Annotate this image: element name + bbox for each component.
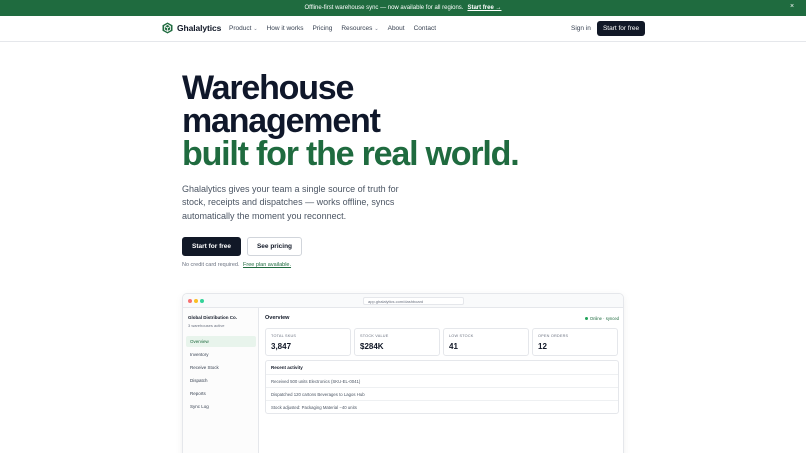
nav-label: Resources bbox=[341, 25, 373, 32]
free-plan-link[interactable]: Free plan available. bbox=[243, 262, 291, 268]
sync-status: Online · synced bbox=[584, 316, 619, 321]
stat-label: LOW STOCK bbox=[449, 334, 474, 338]
stat-value: $284K bbox=[360, 342, 384, 351]
announcement-cta-link[interactable]: Start free → bbox=[467, 5, 501, 11]
stat-label: TOTAL SKUS bbox=[271, 334, 297, 338]
org-subtitle: 3 warehouses active bbox=[188, 323, 225, 328]
nav-item-how-it-works[interactable]: How it works bbox=[267, 25, 304, 32]
recent-activity-panel: Recent activity Received 500 units Elect… bbox=[265, 360, 619, 414]
close-icon[interactable]: × bbox=[787, 3, 797, 10]
sidebar-item-receive-stock: Receive Stock bbox=[190, 365, 219, 370]
activity-title: Recent activity bbox=[271, 365, 303, 370]
see-pricing-button[interactable]: See pricing bbox=[247, 237, 302, 256]
stat-value: 3,847 bbox=[271, 342, 292, 351]
chevron-down-icon: ⌄ bbox=[253, 25, 258, 32]
mockup-main: Overview Online · synced TOTAL SKUS 3,84… bbox=[259, 308, 623, 453]
chevron-down-icon: ⌄ bbox=[374, 25, 379, 32]
nav-item-about[interactable]: About bbox=[388, 25, 405, 32]
stat-label: STOCK VALUE bbox=[360, 334, 389, 338]
activity-row: Received 500 units Electronics (SKU-EL-0… bbox=[266, 374, 618, 387]
stat-label: OPEN ORDERS bbox=[538, 334, 569, 338]
hero-title-line: Warehouse bbox=[182, 69, 354, 107]
hero-title: Warehouse management built for the real … bbox=[182, 69, 520, 173]
window-dot-icon bbox=[194, 299, 198, 303]
nav-label: About bbox=[387, 25, 405, 32]
start-free-button[interactable]: Start for free bbox=[182, 237, 241, 256]
stat-value: 41 bbox=[449, 342, 458, 351]
status-dot-icon bbox=[584, 317, 588, 320]
url-bar: app.ghalalytics.com/dashboard bbox=[363, 297, 464, 305]
nav-item-pricing[interactable]: Pricing bbox=[312, 25, 332, 32]
nav-item-product[interactable]: Product ⌄ bbox=[229, 25, 258, 32]
sidebar-item-inventory: Inventory bbox=[190, 352, 209, 357]
org-name: Global Distribution Co. bbox=[188, 315, 237, 320]
hero-subtitle: Ghalalytics gives your team a single sou… bbox=[182, 184, 399, 221]
stat-card: STOCK VALUE $284K bbox=[354, 328, 440, 356]
nav-start-free-button[interactable]: Start for free bbox=[597, 21, 645, 36]
browser-bar: app.ghalalytics.com/dashboard bbox=[183, 294, 623, 308]
sidebar-item-dispatch: Dispatch bbox=[190, 378, 208, 383]
overview-title: Overview bbox=[265, 315, 290, 321]
nav-label: Contact bbox=[413, 25, 437, 32]
no-card-text: No credit card required. bbox=[182, 262, 240, 268]
sidebar-item-reports: Reports bbox=[190, 391, 206, 396]
hero-note: No credit card required. Free plan avail… bbox=[182, 262, 291, 268]
stat-card: TOTAL SKUS 3,847 bbox=[265, 328, 351, 356]
stat-card: LOW STOCK 41 bbox=[443, 328, 529, 356]
status-text: Online · synced bbox=[589, 316, 619, 321]
signin-link[interactable]: Sign in bbox=[571, 25, 591, 32]
announcement-bar: Offline-first warehouse sync — now avail… bbox=[0, 0, 806, 16]
nav-item-resources[interactable]: Resources ⌄ bbox=[341, 25, 378, 32]
sidebar-item-overview: Overview bbox=[186, 336, 256, 347]
nav-label: Product bbox=[229, 25, 252, 32]
mockup-sidebar: Global Distribution Co. 3 warehouses act… bbox=[183, 308, 259, 453]
announcement-text: Offline-first warehouse sync — now avail… bbox=[304, 5, 464, 11]
brand-name: Ghalalytics bbox=[177, 23, 222, 33]
activity-row: Stock adjusted: Packaging Material −40 u… bbox=[266, 400, 618, 413]
stat-card: OPEN ORDERS 12 bbox=[532, 328, 618, 356]
activity-row: Dispatched 120 cartons Beverages to Lago… bbox=[266, 387, 618, 400]
stat-value: 12 bbox=[538, 342, 547, 351]
sidebar-item-sync-log: Sync Log bbox=[190, 404, 209, 409]
window-dot-icon bbox=[188, 299, 192, 303]
hero-title-highlight: built for the real world. bbox=[182, 135, 520, 173]
nav-item-contact[interactable]: Contact bbox=[414, 25, 436, 32]
hexagon-logo-icon bbox=[162, 22, 173, 34]
window-dot-icon bbox=[200, 299, 204, 303]
hero-title-line: management bbox=[182, 102, 381, 140]
nav-label: Pricing bbox=[312, 25, 333, 32]
brand-logo[interactable]: Ghalalytics bbox=[162, 22, 221, 34]
nav-label: How it works bbox=[266, 25, 304, 32]
nav-links: Product ⌄ How it works Pricing Resources ⌄… bbox=[229, 25, 445, 32]
app-mockup: app.ghalalytics.com/dashboard Global Dis… bbox=[182, 293, 624, 453]
top-navbar: Ghalalytics Product ⌄ How it works Pricin… bbox=[0, 16, 806, 42]
